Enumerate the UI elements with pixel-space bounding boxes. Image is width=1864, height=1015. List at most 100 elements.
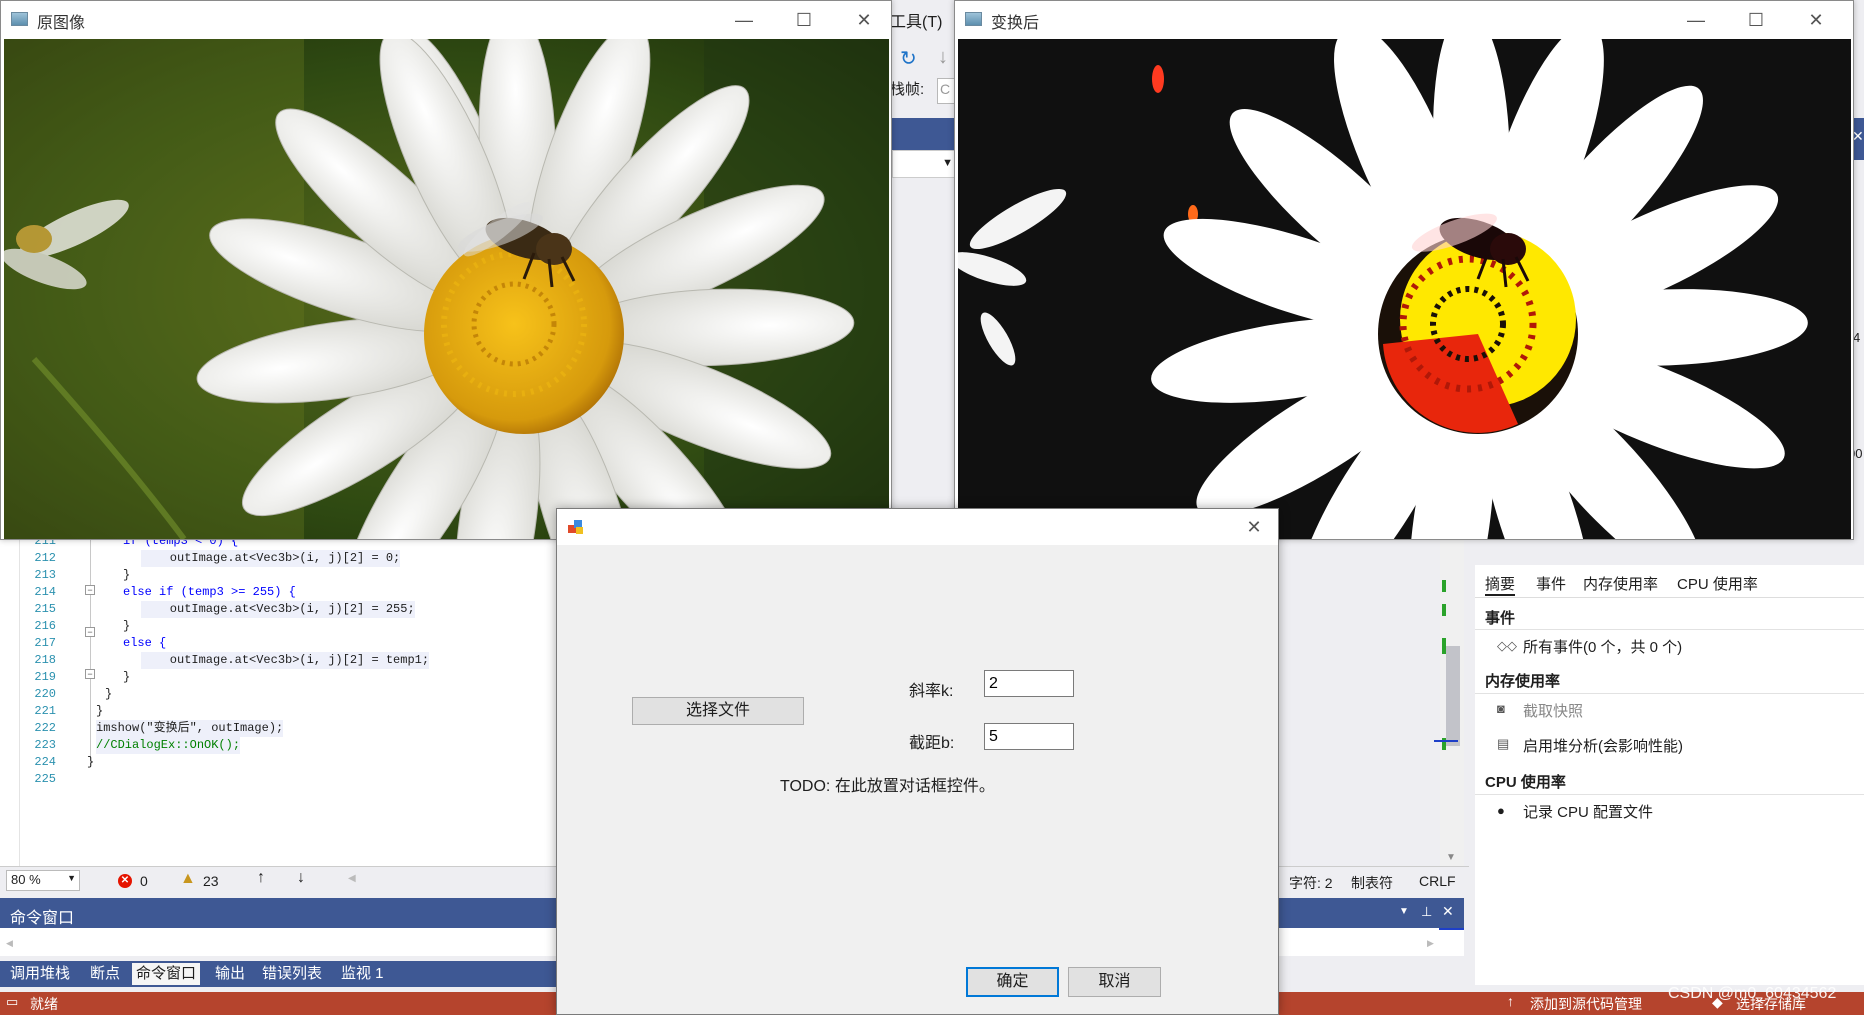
refresh-icon[interactable]: ↻ [900, 46, 917, 71]
close-icon[interactable]: ✕ [1442, 903, 1454, 920]
editor-scrollbar[interactable]: ▼ [1434, 538, 1464, 868]
enable-heap-profiling[interactable]: 启用堆分析(会影响性能) [1523, 735, 1683, 756]
code-line[interactable]: 218 outImage.at<Vec3b>(i, j)[2] = temp1; [0, 652, 560, 669]
code-line[interactable]: 213} [0, 567, 560, 584]
tab-command-window[interactable]: 命令窗口 [132, 963, 201, 985]
dropdown-arrow-icon[interactable]: ▼ [892, 150, 958, 178]
scroll-left-icon[interactable]: ◀ [348, 873, 356, 884]
line-number: 214 [34, 585, 56, 599]
menu-tools[interactable]: 工具(T) [890, 8, 942, 32]
close-button[interactable]: ✕ [841, 5, 887, 35]
code-line[interactable]: 214 else if (temp3 >= 255) { [0, 584, 560, 601]
window-titlebar[interactable]: 原图像 — ☐ ✕ [1, 1, 891, 38]
code-line[interactable]: 221} [0, 703, 560, 720]
intercept-input[interactable] [984, 723, 1074, 750]
tab-error-list[interactable]: 错误列表 [258, 963, 326, 985]
minimize-button[interactable]: — [721, 5, 767, 35]
status-tab: 制表符 [1351, 875, 1393, 891]
maximize-button[interactable]: ☐ [781, 5, 827, 35]
command-window-body-right[interactable]: ▶ [1279, 928, 1464, 956]
camera-icon: ◙ [1497, 701, 1505, 716]
arrow-up-icon[interactable]: ↑ [257, 869, 265, 887]
close-button[interactable]: ✕ [1793, 5, 1839, 35]
scroll-down-icon: ▼ [1446, 852, 1456, 863]
original-image [4, 39, 889, 539]
code-line[interactable]: 225 [0, 771, 560, 788]
tab-output[interactable]: 输出 [211, 963, 249, 985]
code-line[interactable]: 217 else { [0, 635, 560, 652]
error-count[interactable]: 0 [140, 873, 148, 889]
error-icon[interactable]: ✕ [118, 874, 132, 888]
transformed-image-window: 变换后 — ☐ ✕ [954, 0, 1854, 540]
diag-tabs: 摘要 事件 内存使用率 CPU 使用率 [1475, 565, 1864, 598]
tab-watch-1[interactable]: 监视 1 [337, 963, 388, 985]
events-all[interactable]: 所有事件(0 个，共 0 个) [1523, 636, 1682, 657]
code-line[interactable]: 223 //CDialogEx::OnOK(); [0, 737, 560, 754]
collapse-toggle[interactable]: − [85, 627, 95, 637]
code-text: else if (temp3 >= 255) { [123, 585, 296, 599]
ok-button[interactable]: 确定 [966, 967, 1059, 997]
code-line[interactable]: 212 outImage.at<Vec3b>(i, j)[2] = 0; [0, 550, 560, 567]
scroll-left-icon[interactable]: ◀ [6, 938, 13, 949]
memory-header: 内存使用率 [1485, 673, 1561, 690]
code-text: else { [123, 636, 167, 650]
dialog-titlebar[interactable]: ✕ [557, 509, 1278, 545]
code-text: imshow("变换后", outImage); [96, 720, 284, 737]
tab-cpu[interactable]: CPU 使用率 [1677, 573, 1758, 594]
parameter-dialog: ✕ 选择文件 斜率k: 截距b: TODO: 在此放置对话框控件。 确定 取消 [556, 508, 1279, 1015]
window-title: 原图像 [37, 15, 86, 32]
command-window-header: 命令窗口 [0, 898, 560, 928]
collapse-toggle[interactable]: − [85, 585, 95, 595]
line-number: 212 [34, 551, 56, 565]
record-icon: ● [1497, 803, 1505, 818]
line-number: 225 [34, 772, 56, 786]
take-snapshot[interactable]: 截取快照 [1523, 700, 1583, 721]
code-text: outImage.at<Vec3b>(i, j)[2] = 255; [141, 601, 415, 618]
slope-input[interactable] [984, 670, 1074, 697]
code-editor[interactable]: 211 if (temp3 < 0) {212 outImage.at<Vec3b… [0, 534, 560, 871]
warning-count[interactable]: 23 [203, 873, 219, 889]
select-file-button[interactable]: 选择文件 [632, 697, 804, 725]
status-source-control[interactable]: 添加到源代码管理 [1530, 994, 1642, 1014]
code-line[interactable]: 224} [0, 754, 560, 771]
code-line[interactable]: 216} [0, 618, 560, 635]
line-number: 221 [34, 704, 56, 718]
minimize-button[interactable]: — [1673, 5, 1719, 35]
tab-call-stack[interactable]: 调用堆栈 [6, 963, 74, 985]
step-down-icon[interactable]: ↓ [938, 46, 948, 69]
code-line[interactable]: 219} [0, 669, 560, 686]
pin-icon[interactable]: ⊥ [1421, 904, 1432, 920]
tab-events[interactable]: 事件 [1536, 573, 1566, 594]
line-number: 213 [34, 568, 56, 582]
cancel-button[interactable]: 取消 [1068, 967, 1161, 997]
collapse-toggle[interactable]: − [85, 669, 95, 679]
code-line[interactable]: 215 outImage.at<Vec3b>(i, j)[2] = 255; [0, 601, 560, 618]
record-cpu-profile[interactable]: 记录 CPU 配置文件 [1523, 801, 1653, 822]
status-ready: 就绪 [30, 996, 58, 1012]
window-icon [11, 12, 28, 26]
tab-breakpoints[interactable]: 断点 [86, 963, 124, 985]
line-number: 220 [34, 687, 56, 701]
tab-summary[interactable]: 摘要 [1485, 573, 1516, 596]
code-line[interactable]: 222 imshow("变换后", outImage); [0, 720, 560, 737]
scroll-right-icon[interactable]: ▶ [1427, 938, 1434, 949]
maximize-button[interactable]: ☐ [1733, 5, 1779, 35]
warning-icon[interactable]: ▲ [180, 870, 196, 888]
tab-memory[interactable]: 内存使用率 [1583, 573, 1658, 594]
window-icon [965, 12, 982, 26]
intercept-label: 截距b: [909, 735, 955, 752]
watermark: CSDN @m0_60434562 [1668, 985, 1837, 1002]
code-text: //CDialogEx::OnOK(); [96, 737, 241, 754]
zoom-select[interactable]: 80 % ▼ [6, 870, 80, 891]
code-line[interactable]: 220} [0, 686, 560, 703]
command-window-body[interactable]: ◀ [0, 928, 560, 956]
code-text: } [123, 670, 131, 684]
arrow-down-icon[interactable]: ↓ [297, 869, 305, 887]
frame-label: 栈帧: [890, 81, 925, 98]
dialog-close-button[interactable]: ✕ [1231, 512, 1277, 542]
dropdown-icon[interactable]: ▼ [1399, 906, 1409, 917]
original-image-window: 原图像 — ☐ ✕ [0, 0, 892, 540]
transformed-image [958, 39, 1851, 539]
window-titlebar[interactable]: 变换后 — ☐ ✕ [955, 1, 1853, 38]
status-eol: CRLF [1419, 873, 1456, 889]
